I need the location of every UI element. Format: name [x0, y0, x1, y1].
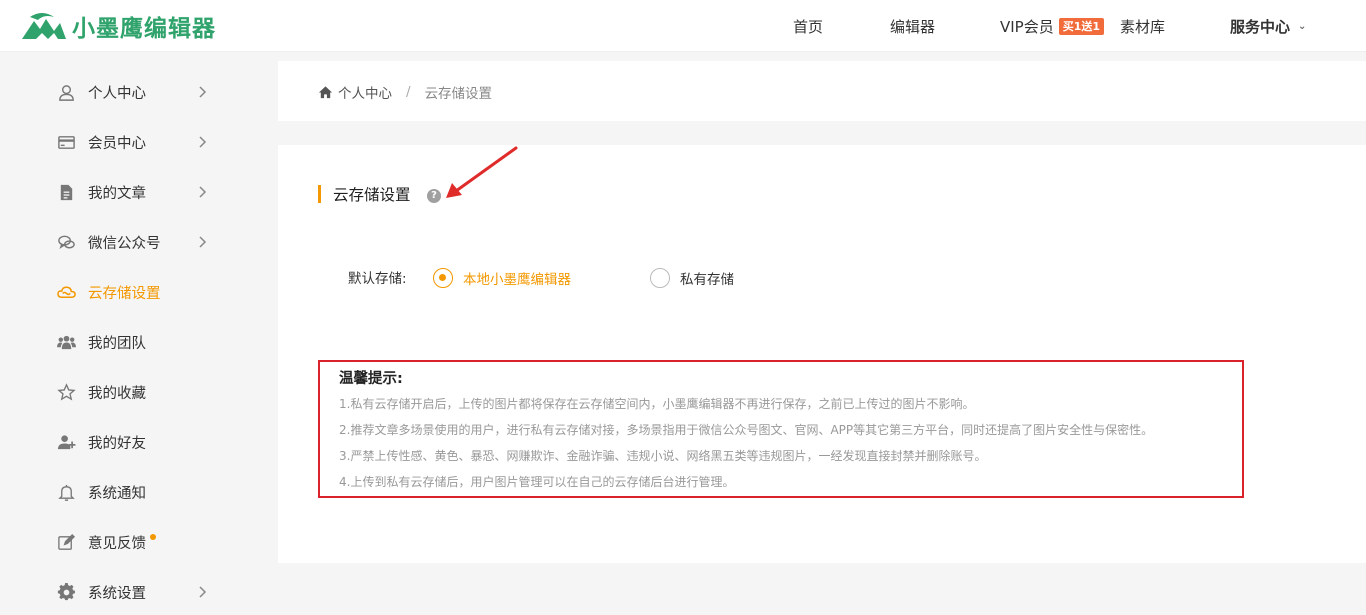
chevron-right-icon — [199, 86, 207, 98]
radio-private-storage[interactable]: 私有存储 — [650, 267, 734, 289]
home-icon — [318, 85, 333, 98]
star-icon — [56, 382, 76, 402]
sidebar-item-wechat[interactable]: 微信公众号 — [56, 227, 216, 257]
radio-circle — [650, 268, 670, 288]
bell-icon — [56, 482, 76, 502]
tips-title: 温馨提示: — [339, 371, 403, 387]
radio-private-label: 私有存储 — [680, 272, 734, 288]
eagle-logo-icon — [22, 13, 66, 39]
breadcrumb: 个人中心 / 云存储设置 — [318, 82, 492, 102]
tip-item: 1.私有云存储开启后，上传的图片都将保存在云存储空间内，小墨鹰编辑器不再进行保存… — [339, 397, 975, 411]
tip-item: 2.推荐文章多场景使用的用户，进行私有云存储对接，多场景指用于微信公众号图文、官… — [339, 423, 1154, 437]
sidebar-item-label: 我的文章 — [88, 185, 146, 202]
sidebar-item-label: 我的团队 — [88, 335, 146, 352]
sidebar-item-label: 系统设置 — [88, 585, 146, 602]
document-icon — [56, 182, 76, 202]
vip-promo-badge: 买1送1 — [1058, 17, 1105, 35]
tip-item: 3.严禁上传性感、黄色、暴恐、网赚欺诈、金融诈骗、违规小说、网络黑五类等违规图片… — [339, 449, 987, 463]
sidebar-item-notifications[interactable]: 系统通知 — [56, 477, 216, 507]
sidebar-item-label: 云存储设置 — [88, 285, 161, 302]
sidebar: 个人中心 会员中心 我的文章 微信公众号 云存储设置 我的团队 我的收藏 我的好… — [0, 53, 262, 615]
sidebar-item-label: 微信公众号 — [88, 235, 161, 252]
user-icon — [56, 82, 76, 102]
nav-editor[interactable]: 编辑器 — [890, 0, 935, 52]
chevron-right-icon — [199, 236, 207, 248]
nav-service[interactable]: 服务中心 ⌄ — [1230, 0, 1306, 52]
cloud-icon — [56, 282, 76, 302]
edit-icon — [56, 532, 76, 552]
breadcrumb-card: 个人中心 / 云存储设置 — [278, 61, 1366, 121]
sidebar-item-articles[interactable]: 我的文章 — [56, 177, 216, 207]
unread-dot — [150, 534, 156, 540]
sidebar-item-friends[interactable]: 我的好友 — [56, 427, 216, 457]
chevron-down-icon: ⌄ — [1298, 20, 1307, 32]
annotation-arrow-icon — [446, 146, 518, 198]
default-storage-label: 默认存储: — [348, 271, 407, 287]
radio-local-label: 本地小墨鹰编辑器 — [463, 272, 571, 288]
page-title: 云存储设置 — [333, 186, 411, 204]
sidebar-item-cloud-storage[interactable]: 云存储设置 — [56, 277, 216, 307]
tips-box: 温馨提示: 1.私有云存储开启后，上传的图片都将保存在云存储空间内，小墨鹰编辑器… — [318, 360, 1244, 498]
chevron-right-icon — [199, 586, 207, 598]
title-accent-bar — [318, 185, 321, 203]
chevron-right-icon — [199, 136, 207, 148]
nav-home[interactable]: 首页 — [793, 0, 823, 52]
sidebar-item-settings[interactable]: 系统设置 — [56, 577, 216, 607]
sidebar-item-profile[interactable]: 个人中心 — [56, 77, 216, 107]
nav-vip[interactable]: VIP会员 买1送1 — [1000, 0, 1105, 52]
sidebar-item-team[interactable]: 我的团队 — [56, 327, 216, 357]
tip-item: 4.上传到私有云存储后，用户图片管理可以在自己的云存储后台进行管理。 — [339, 475, 735, 489]
breadcrumb-home[interactable]: 个人中心 — [338, 82, 392, 102]
cloud-storage-panel: 云存储设置 ? 默认存储: 本地小墨鹰编辑器 私有存储 温馨提示: 1.私有云存… — [278, 145, 1366, 563]
radio-circle — [433, 268, 453, 288]
top-header: 小墨鹰编辑器 首页 编辑器 VIP会员 买1送1 素材库 服务中心 ⌄ — [0, 0, 1366, 52]
logo-text: 小墨鹰编辑器 — [72, 16, 216, 42]
card-icon — [56, 132, 76, 152]
breadcrumb-separator: / — [406, 84, 411, 100]
sidebar-item-favorites[interactable]: 我的收藏 — [56, 377, 216, 407]
nav-vip-label: VIP会员 — [1000, 17, 1054, 36]
sidebar-item-label: 个人中心 — [88, 85, 146, 102]
sidebar-item-feedback[interactable]: 意见反馈 — [56, 527, 216, 557]
breadcrumb-current: 云存储设置 — [424, 86, 493, 102]
add-friend-icon — [56, 432, 76, 452]
chat-icon — [56, 232, 76, 252]
sidebar-item-label: 意见反馈 — [88, 535, 146, 552]
nav-material[interactable]: 素材库 — [1120, 0, 1165, 52]
radio-local-storage[interactable]: 本地小墨鹰编辑器 — [433, 267, 571, 289]
logo[interactable]: 小墨鹰编辑器 — [20, 10, 216, 42]
sidebar-item-label: 系统通知 — [88, 485, 146, 502]
nav-service-label: 服务中心 — [1230, 17, 1291, 36]
gear-icon — [56, 582, 76, 602]
sidebar-item-label: 会员中心 — [88, 135, 146, 152]
sidebar-item-membership[interactable]: 会员中心 — [56, 127, 216, 157]
sidebar-item-label: 我的收藏 — [88, 385, 146, 402]
chevron-right-icon — [199, 186, 207, 198]
team-icon — [56, 332, 76, 352]
sidebar-item-label: 我的好友 — [88, 435, 146, 452]
